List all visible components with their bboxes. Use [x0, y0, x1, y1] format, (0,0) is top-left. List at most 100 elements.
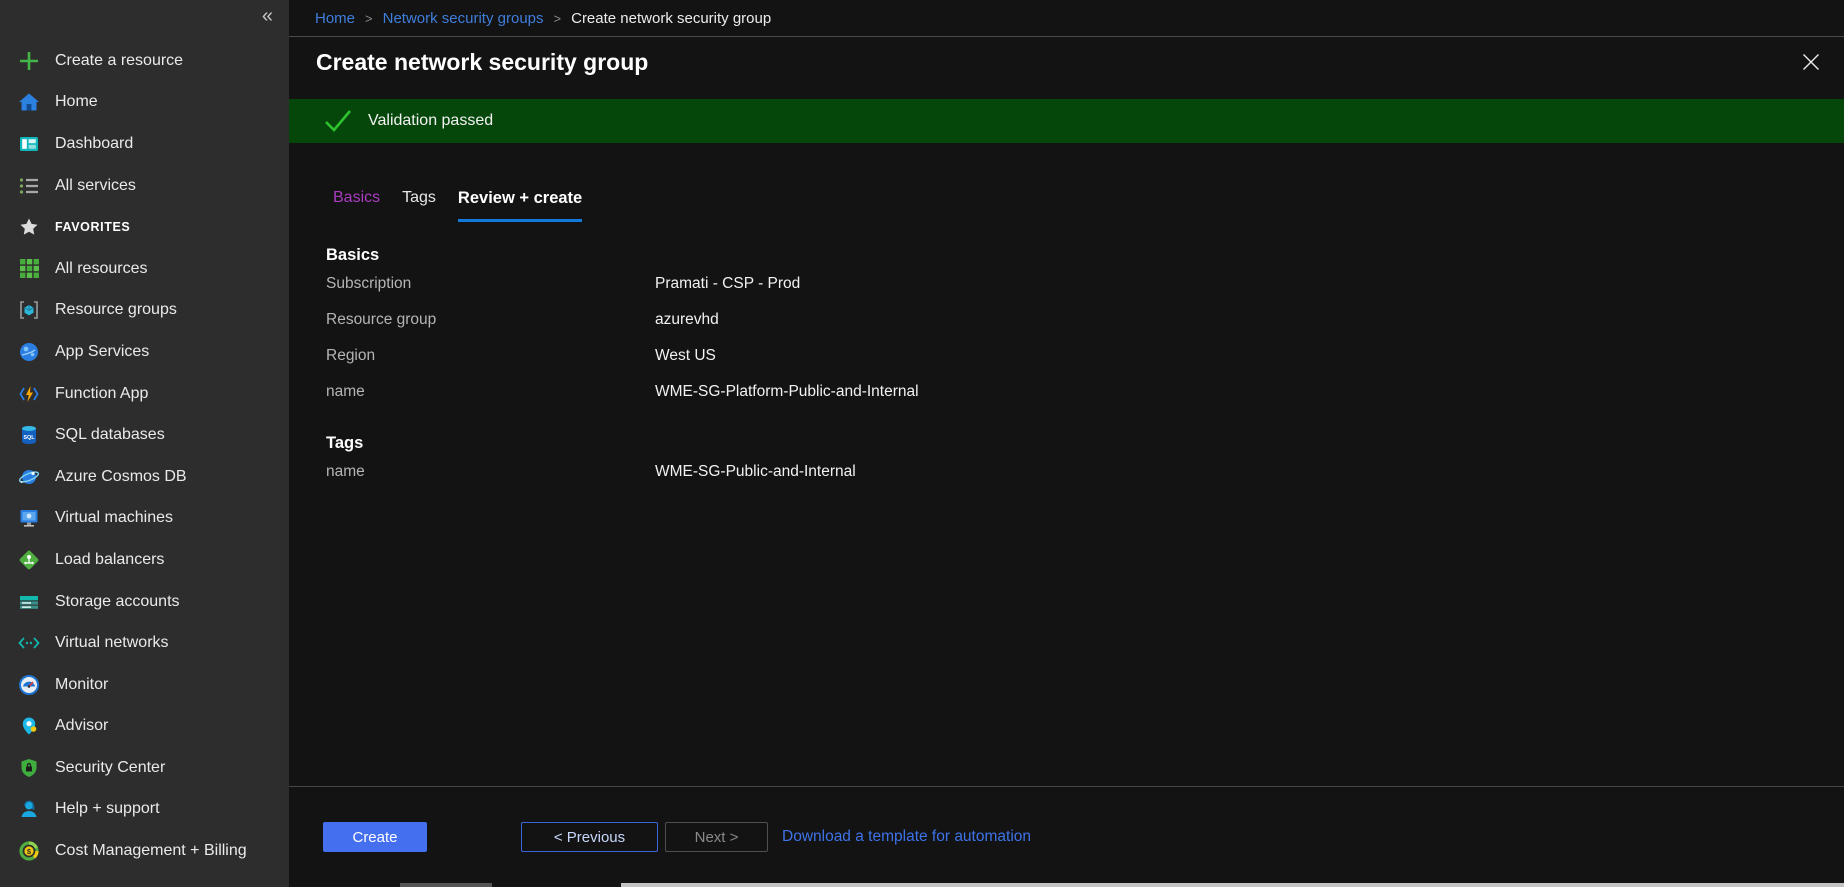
sql-database-icon: SQL	[16, 422, 42, 448]
sidebar-item-security-center[interactable]: Security Center	[0, 747, 289, 789]
review-row-label: name	[326, 383, 655, 401]
tab-review-create[interactable]: Review + create	[458, 189, 582, 222]
star-icon	[16, 214, 42, 240]
sidebar-item-label: App Services	[55, 343, 149, 361]
create-button[interactable]: Create	[323, 822, 427, 852]
sidebar-item-label: Security Center	[55, 759, 165, 777]
review-row: nameWME-SG-Public-and-Internal	[326, 454, 1844, 490]
validation-message: Validation passed	[368, 112, 493, 130]
review-row-value: azurevhd	[655, 311, 719, 329]
sidebar-item-label: Dashboard	[55, 135, 133, 153]
sidebar-item-app-services[interactable]: App Services	[0, 331, 289, 373]
breadcrumb-separator-icon: >	[365, 11, 373, 26]
breadcrumb-item[interactable]: Home	[315, 10, 355, 27]
sidebar-item-resource-groups[interactable]: Resource groups	[0, 290, 289, 332]
breadcrumb-separator-icon: >	[554, 11, 562, 26]
sidebar-item-label: Help + support	[55, 800, 160, 818]
sidebar-item-label: Create a resource	[55, 52, 183, 70]
footer-bar: Create < Previous Next > Download a temp…	[289, 786, 1844, 887]
sidebar-item-create-a-resource[interactable]: Create a resource	[0, 40, 289, 82]
horizontal-scrollbar-thumb[interactable]	[621, 883, 1844, 887]
advisor-icon	[16, 713, 42, 739]
review-row-value: WME-SG-Public-and-Internal	[655, 463, 856, 481]
collapse-sidebar-icon[interactable]: «	[262, 6, 273, 26]
review-row-value: WME-SG-Platform-Public-and-Internal	[655, 383, 919, 401]
review-row: Resource groupazurevhd	[326, 302, 1844, 338]
load-balancer-icon	[16, 547, 42, 573]
sidebar-item-load-balancers[interactable]: Load balancers	[0, 539, 289, 581]
download-template-link[interactable]: Download a template for automation	[782, 822, 1031, 852]
sidebar-item-label: Storage accounts	[55, 593, 180, 611]
resource-groups-icon	[16, 297, 42, 323]
sidebar-item-virtual-networks[interactable]: Virtual networks	[0, 622, 289, 664]
plus-icon	[16, 48, 42, 74]
review-row: SubscriptionPramati - CSP - Prod	[326, 266, 1844, 302]
checkmark-icon	[323, 108, 353, 134]
sidebar-item-label: All resources	[55, 260, 147, 278]
review-content: BasicsTagsReview + create BasicsSubscrip…	[289, 143, 1844, 786]
sidebar-section-favorites: FAVORITES	[0, 206, 289, 248]
review-row-value: West US	[655, 347, 716, 365]
sidebar-item-storage-accounts[interactable]: Storage accounts	[0, 581, 289, 623]
sidebar-item-help-support[interactable]: Help + support	[0, 789, 289, 831]
review-row: nameWME-SG-Platform-Public-and-Internal	[326, 374, 1844, 410]
home-icon	[16, 89, 42, 115]
sidebar-item-cost-management-billing[interactable]: $Cost Management + Billing	[0, 830, 289, 872]
page-title: Create network security group	[316, 49, 1798, 76]
sidebar-item-all-resources[interactable]: All resources	[0, 248, 289, 290]
virtual-network-icon	[16, 630, 42, 656]
sidebar-item-label: Load balancers	[55, 551, 164, 569]
tab-bar: Basics Tags Review + create	[333, 189, 1844, 222]
section-heading: Basics	[326, 246, 1844, 266]
sidebar-nav: Create a resource Home Dashboard All servic…	[0, 0, 289, 872]
sidebar-section-label: FAVORITES	[55, 220, 130, 234]
sidebar-item-virtual-machines[interactable]: Virtual machines	[0, 498, 289, 540]
review-row-label: Subscription	[326, 275, 655, 293]
sidebar-item-label: Virtual machines	[55, 509, 173, 527]
sidebar-item-monitor[interactable]: Monitor	[0, 664, 289, 706]
review-row-label: Resource group	[326, 311, 655, 329]
scrollbar-track-segment	[400, 883, 492, 887]
cosmos-db-icon	[16, 464, 42, 490]
validation-banner: Validation passed	[289, 99, 1844, 143]
sidebar-item-advisor[interactable]: Advisor	[0, 706, 289, 748]
sidebar-item-label: Cost Management + Billing	[55, 842, 247, 860]
sidebar-item-label: Home	[55, 93, 98, 111]
function-app-icon	[16, 381, 42, 407]
sidebar-item-label: Monitor	[55, 676, 108, 694]
security-shield-icon	[16, 755, 42, 781]
sidebar-item-home[interactable]: Home	[0, 82, 289, 124]
review-row-label: name	[326, 463, 655, 481]
tab-tags[interactable]: Tags	[402, 189, 436, 222]
breadcrumb-item[interactable]: Network security groups	[383, 10, 544, 27]
dashboard-icon	[16, 131, 42, 157]
app-services-icon	[16, 339, 42, 365]
breadcrumb: Home > Network security groups > Create netw…	[289, 0, 1844, 37]
close-icon[interactable]	[1798, 49, 1824, 75]
storage-icon	[16, 589, 42, 615]
list-icon	[16, 173, 42, 199]
sidebar-item-azure-cosmos-db[interactable]: Azure Cosmos DB	[0, 456, 289, 498]
grid-icon	[16, 256, 42, 282]
sidebar-item-label: All services	[55, 177, 136, 195]
sidebar-item-label: Resource groups	[55, 301, 177, 319]
sidebar-item-function-app[interactable]: Function App	[0, 373, 289, 415]
page-header: Create network security group	[289, 37, 1844, 87]
sidebar-item-all-services[interactable]: All services	[0, 165, 289, 207]
review-row: RegionWest US	[326, 338, 1844, 374]
sidebar-item-label: Advisor	[55, 717, 108, 735]
previous-button[interactable]: < Previous	[521, 822, 658, 852]
sidebar: « Create a resource Home Dashboard All serv…	[0, 0, 289, 887]
virtual-machine-icon	[16, 505, 42, 531]
breadcrumb-item: Create network security group	[571, 10, 771, 27]
tab-basics[interactable]: Basics	[333, 189, 380, 222]
help-support-icon	[16, 796, 42, 822]
monitor-icon	[16, 672, 42, 698]
review-sections: BasicsSubscriptionPramati - CSP - ProdRe…	[326, 246, 1844, 490]
sidebar-item-dashboard[interactable]: Dashboard	[0, 123, 289, 165]
next-button[interactable]: Next >	[665, 822, 768, 852]
sidebar-item-sql-databases[interactable]: SQLSQL databases	[0, 414, 289, 456]
sidebar-item-label: Function App	[55, 385, 148, 403]
svg-text:SQL: SQL	[23, 435, 35, 441]
main-panel: Home > Network security groups > Create netw…	[289, 0, 1844, 887]
